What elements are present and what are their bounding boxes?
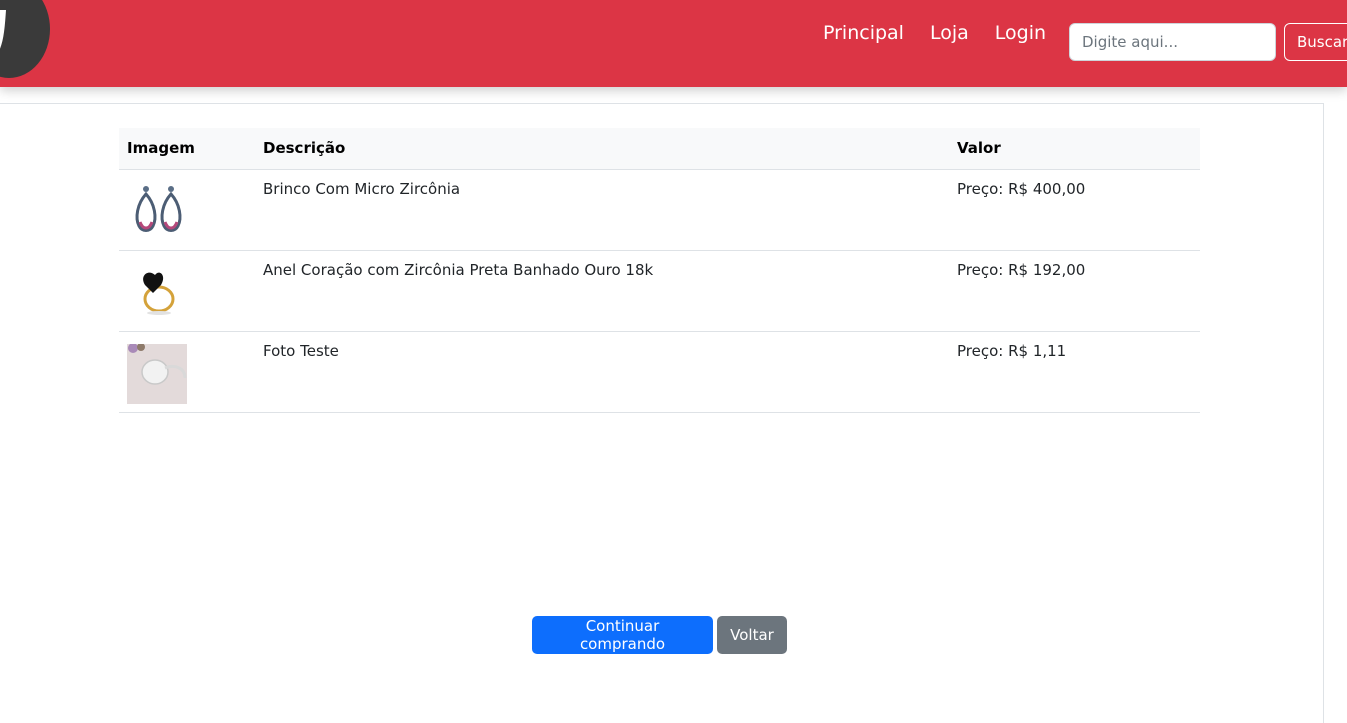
nav-links: Principal Loja Login bbox=[823, 21, 1072, 45]
table-row: Foto Teste Preço: R$ 1,11 bbox=[119, 331, 1200, 413]
back-button[interactable]: Voltar bbox=[717, 616, 787, 654]
row-description: Anel Coração com Zircônia Preta Banhado … bbox=[255, 250, 949, 332]
continue-shopping-button[interactable]: Continuar comprando bbox=[532, 616, 713, 654]
brand-logo[interactable] bbox=[0, 0, 50, 78]
table-row: Brinco Com Micro Zircônia Preço: R$ 400,… bbox=[119, 169, 1200, 251]
row-price: Preço: R$ 192,00 bbox=[949, 250, 1200, 332]
earrings-icon bbox=[135, 185, 182, 232]
header-imagem: Imagem bbox=[119, 128, 255, 170]
row-description: Foto Teste bbox=[255, 331, 949, 413]
row-image-cell bbox=[119, 169, 255, 251]
nav-link-login[interactable]: Login bbox=[995, 21, 1046, 45]
row-price: Preço: R$ 400,00 bbox=[949, 169, 1200, 251]
cart-table: Imagem Descrição Valor Brinco Com Micro … bbox=[119, 128, 1200, 413]
table-header-row: Imagem Descrição Valor bbox=[119, 128, 1200, 170]
search-input[interactable] bbox=[1069, 23, 1276, 61]
heart-ring-icon bbox=[143, 272, 175, 315]
nav-link-principal[interactable]: Principal bbox=[823, 21, 904, 45]
row-price: Preço: R$ 1,11 bbox=[949, 331, 1200, 413]
row-image-cell bbox=[119, 250, 255, 332]
header-valor: Valor bbox=[949, 128, 1200, 170]
search-button[interactable]: Buscar bbox=[1284, 23, 1347, 61]
cart-actions: Continuar comprando Voltar bbox=[532, 616, 787, 654]
row-description: Brinco Com Micro Zircônia bbox=[255, 169, 949, 251]
navbar: Principal Loja Login Buscar bbox=[0, 0, 1347, 87]
row-image-cell bbox=[119, 331, 255, 413]
table-row: Anel Coração com Zircônia Preta Banhado … bbox=[119, 250, 1200, 332]
signet-ring-icon bbox=[127, 343, 187, 404]
header-descricao: Descrição bbox=[255, 128, 949, 170]
nav-link-loja[interactable]: Loja bbox=[930, 21, 969, 45]
